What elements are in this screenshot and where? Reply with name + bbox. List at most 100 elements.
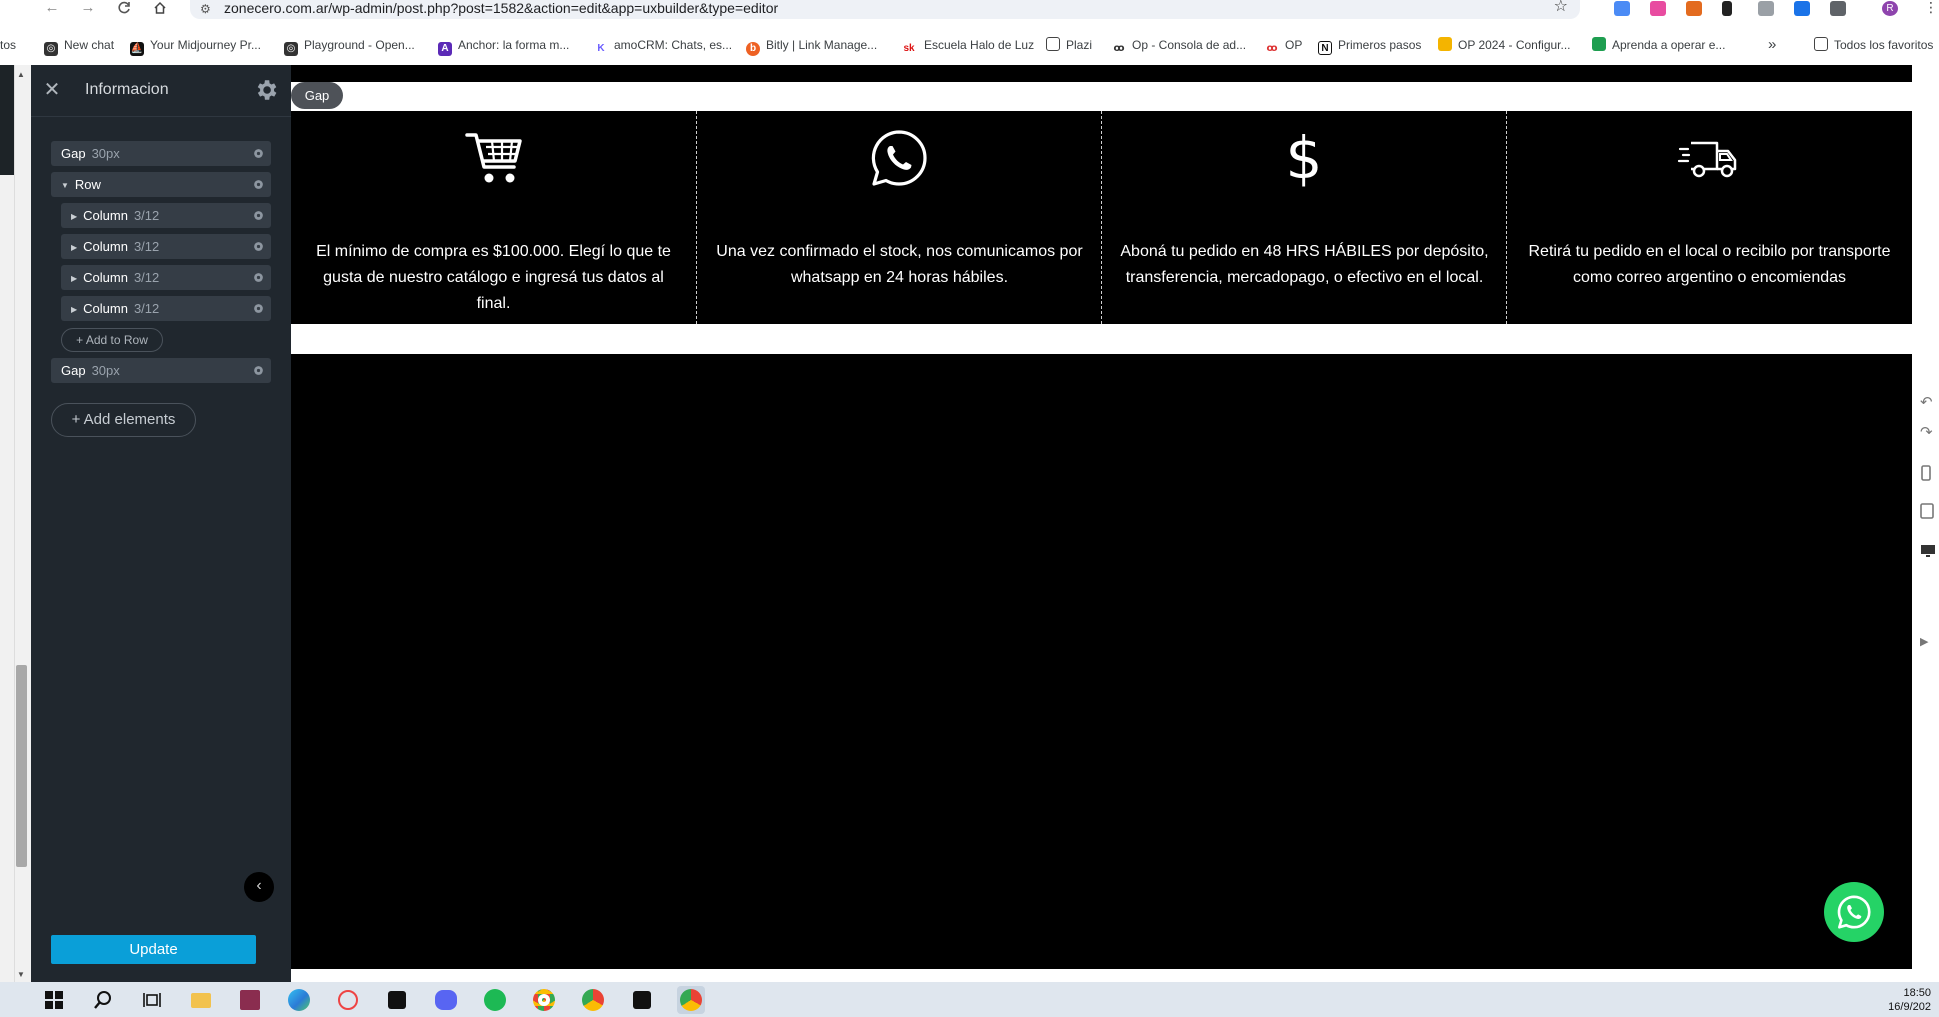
bookmark-item[interactable]: ⛵ Your Midjourney Pr... bbox=[130, 35, 261, 56]
extensions-puzzle-icon[interactable] bbox=[1830, 1, 1846, 16]
back-button[interactable]: ← bbox=[42, 0, 62, 17]
settings-cog-icon[interactable] bbox=[252, 302, 265, 315]
url-field[interactable]: ⚙ zonecero.com.ar/wp-admin/post.php?post… bbox=[190, 0, 1580, 19]
op-icon: ꝏ bbox=[1265, 42, 1279, 56]
search-icon[interactable] bbox=[89, 986, 117, 1014]
bookmark-item[interactable]: ◎ Playground - Open... bbox=[284, 35, 415, 56]
bookmark-item[interactable]: sk Escuela Halo de Luz bbox=[900, 35, 1034, 56]
caret-right-icon[interactable]: ▶ bbox=[71, 204, 77, 229]
bookmark-item[interactable]: ꝏ OP bbox=[1265, 35, 1302, 56]
windows-start-icon[interactable] bbox=[40, 986, 68, 1014]
close-icon[interactable]: ✕ bbox=[41, 78, 63, 102]
capcut-icon[interactable] bbox=[628, 986, 656, 1014]
gap-element-bottom[interactable] bbox=[291, 324, 1912, 354]
settings-cog-icon[interactable] bbox=[252, 209, 265, 222]
tree-item-gap[interactable]: Gap 30px bbox=[51, 358, 271, 383]
builder-canvas[interactable]: Gap El mínimo de compra es $100.000. Ele… bbox=[291, 65, 1912, 969]
download-icon[interactable] bbox=[1794, 1, 1810, 16]
collapse-sidebar-button[interactable]: ‹ bbox=[244, 872, 274, 902]
desktop-view-icon[interactable] bbox=[1920, 543, 1936, 561]
caret-down-icon[interactable]: ▼ bbox=[61, 173, 69, 198]
windows-taskbar: 18:50 16/9/202 bbox=[0, 982, 1939, 1017]
capcut-icon[interactable] bbox=[383, 986, 411, 1014]
sidebar-header: ✕ Informacion bbox=[31, 65, 291, 117]
camera-extension-icon[interactable] bbox=[1758, 1, 1774, 16]
bookmark-item[interactable]: Aprenda a operar e... bbox=[1592, 35, 1725, 55]
gap-badge[interactable]: Gap bbox=[291, 82, 343, 109]
scroll-up-icon[interactable]: ▲ bbox=[17, 70, 25, 79]
winrar-icon[interactable] bbox=[236, 986, 264, 1014]
add-elements-button[interactable]: + Add elements bbox=[51, 403, 196, 437]
pen-extension-icon[interactable] bbox=[1722, 1, 1732, 16]
right-toolbar: ↶ ↷ ▶ bbox=[1912, 65, 1939, 982]
bookmark-item[interactable]: b Bitly | Link Manage... bbox=[746, 35, 877, 56]
tree-item-row[interactable]: ▼ Row bbox=[51, 172, 271, 197]
spotify-icon[interactable] bbox=[481, 986, 509, 1014]
chrome-active-icon[interactable] bbox=[677, 986, 705, 1014]
caret-right-icon[interactable]: ▶ bbox=[71, 235, 77, 260]
reload-button[interactable] bbox=[114, 0, 134, 17]
page-scrollbar-thumb[interactable] bbox=[16, 665, 27, 867]
tree-item-column[interactable]: ▶ Column 3/12 bbox=[61, 296, 271, 321]
sidebar-title: Informacion bbox=[85, 81, 169, 98]
bookmark-item[interactable]: OP 2024 - Configur... bbox=[1438, 35, 1571, 55]
tree-item-gap[interactable]: Gap 30px bbox=[51, 141, 271, 166]
settings-cog-icon[interactable] bbox=[252, 178, 265, 191]
discord-icon[interactable] bbox=[432, 986, 460, 1014]
edge-icon[interactable] bbox=[285, 986, 313, 1014]
play-preview-icon[interactable]: ▶ bbox=[1920, 635, 1936, 653]
tree-item-column[interactable]: ▶ Column 3/12 bbox=[61, 265, 271, 290]
more-bookmarks-button[interactable]: » bbox=[1768, 35, 1776, 55]
reload-icon bbox=[118, 1, 130, 14]
taskbar-clock[interactable]: 18:50 16/9/202 bbox=[1888, 986, 1931, 1014]
settings-cog-icon[interactable] bbox=[252, 240, 265, 253]
task-view-icon[interactable] bbox=[138, 986, 166, 1014]
caret-right-icon[interactable]: ▶ bbox=[71, 266, 77, 291]
gear-icon[interactable] bbox=[253, 77, 279, 103]
bookmark-item[interactable]: tos bbox=[0, 35, 16, 55]
settings-cog-icon[interactable] bbox=[252, 271, 265, 284]
tablet-view-icon[interactable] bbox=[1920, 503, 1936, 521]
chrome-icon[interactable] bbox=[530, 986, 558, 1014]
tree-item-column[interactable]: ▶ Column 3/12 bbox=[61, 234, 271, 259]
extension-icon[interactable] bbox=[1614, 1, 1630, 16]
bookmark-item[interactable]: A Anchor: la forma m... bbox=[438, 35, 569, 56]
column-minimum-purchase[interactable]: El mínimo de compra es $100.000. Elegí l… bbox=[291, 111, 696, 324]
bookmarks-bar: tos ◎ New chat ⛵ Your Midjourney Pr... ◎ Pl… bbox=[0, 33, 1939, 57]
extension-icon[interactable] bbox=[1650, 1, 1666, 16]
settings-cog-icon[interactable] bbox=[252, 147, 265, 160]
bookmark-item[interactable]: ◎ New chat bbox=[44, 35, 114, 56]
settings-cog-icon[interactable] bbox=[252, 364, 265, 377]
site-info-icon[interactable]: ⚙ bbox=[200, 1, 211, 17]
forward-button[interactable]: → bbox=[78, 0, 98, 17]
column-stock-whatsapp[interactable]: Una vez confirmado el stock, nos comunic… bbox=[696, 111, 1101, 324]
column-payment[interactable]: $ Aboná tu pedido en 48 HRS HÁBILES por … bbox=[1101, 111, 1506, 324]
bookmark-folder[interactable]: Plazi bbox=[1046, 35, 1092, 55]
tree-item-column[interactable]: ▶ Column 3/12 bbox=[61, 203, 271, 228]
address-bar-row: ← → ⚙ zonecero.com.ar/wp-admin/post.php?… bbox=[0, 0, 1939, 19]
add-to-row-button[interactable]: + Add to Row bbox=[61, 328, 163, 352]
redo-icon[interactable]: ↷ bbox=[1920, 423, 1936, 441]
bookmark-star-icon[interactable]: ☆ bbox=[1554, 0, 1568, 15]
gap-element-top[interactable] bbox=[291, 82, 1912, 111]
caret-right-icon[interactable]: ▶ bbox=[71, 297, 77, 322]
all-bookmarks-folder[interactable]: Todos los favoritos bbox=[1814, 35, 1933, 55]
info-row[interactable]: El mínimo de compra es $100.000. Elegí l… bbox=[291, 111, 1912, 324]
file-explorer-icon[interactable] bbox=[187, 986, 215, 1014]
bitly-icon: b bbox=[746, 42, 760, 56]
menu-dots-icon[interactable]: ⋮ bbox=[1924, 0, 1938, 16]
bookmark-item[interactable]: N Primeros pasos bbox=[1318, 35, 1421, 55]
undo-icon[interactable]: ↶ bbox=[1920, 393, 1936, 411]
extension-icon[interactable] bbox=[1686, 1, 1702, 16]
home-button[interactable] bbox=[150, 0, 170, 17]
column-delivery[interactable]: Retirá tu pedido en el local o recibilo … bbox=[1506, 111, 1911, 324]
bookmark-item[interactable]: KamoCRM: Chats, es... bbox=[594, 35, 732, 56]
paint-icon[interactable] bbox=[334, 986, 362, 1014]
whatsapp-float-button[interactable] bbox=[1824, 882, 1884, 942]
bookmark-item[interactable]: ꝏ Op - Consola de ad... bbox=[1112, 35, 1246, 56]
chrome-icon[interactable] bbox=[579, 986, 607, 1014]
mobile-view-icon[interactable] bbox=[1920, 465, 1936, 483]
scroll-down-icon[interactable]: ▼ bbox=[17, 970, 25, 979]
profile-avatar[interactable]: R bbox=[1882, 1, 1898, 16]
update-button[interactable]: Update bbox=[51, 935, 256, 964]
